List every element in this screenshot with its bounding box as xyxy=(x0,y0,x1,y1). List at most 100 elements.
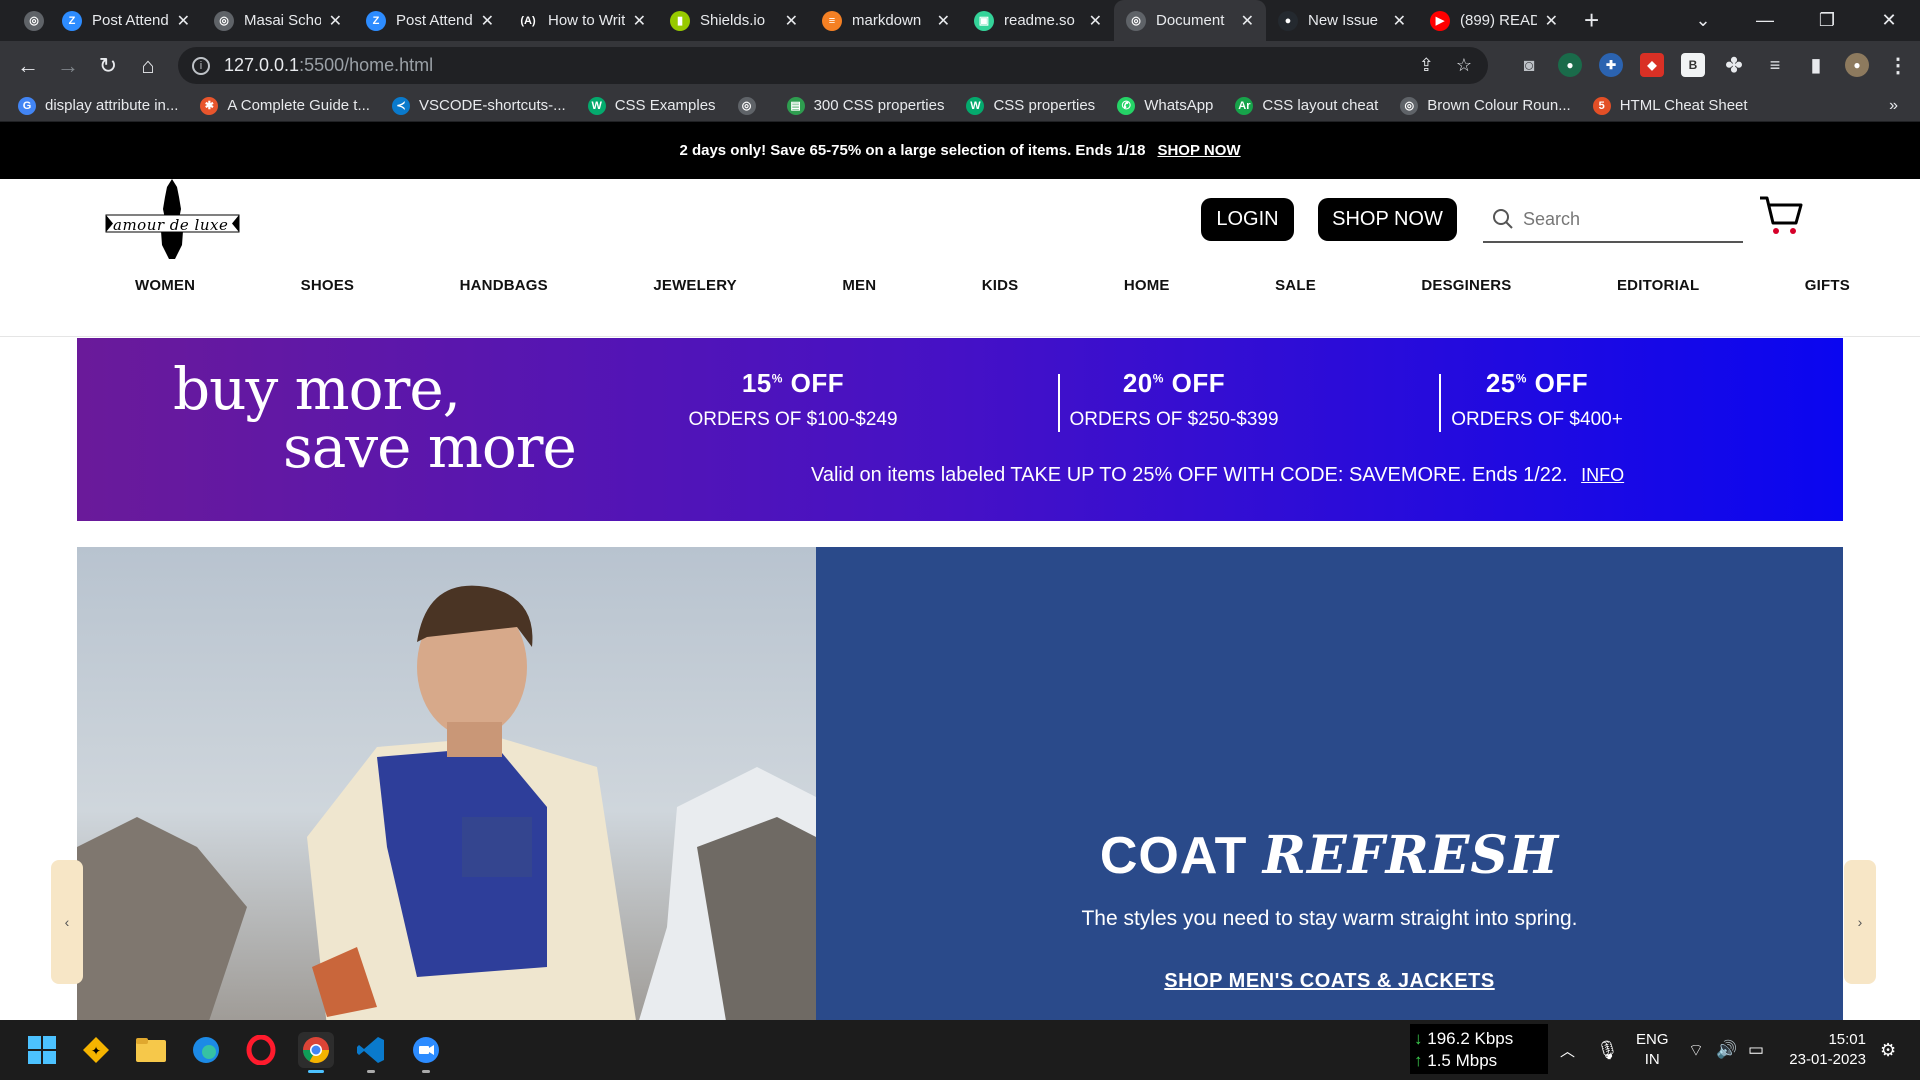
edge-browser-icon[interactable] xyxy=(188,1032,224,1068)
profile-avatar-icon[interactable]: ● xyxy=(1845,53,1869,77)
nav-item-editorial[interactable]: EDITORIAL xyxy=(1617,277,1699,294)
back-button[interactable]: ← xyxy=(8,53,48,79)
side-panel-icon[interactable]: ▮ xyxy=(1804,53,1828,77)
offer-3-pct: 25 xyxy=(1485,368,1516,398)
bookmark-item[interactable]: Gdisplay attribute in... xyxy=(18,96,178,115)
bookmark-item[interactable]: ◎ xyxy=(737,96,765,115)
search-input[interactable] xyxy=(1523,208,1723,230)
tab-close-icon[interactable]: ✕ xyxy=(1545,11,1558,31)
b-extension-icon[interactable]: B xyxy=(1681,53,1705,77)
nav-item-gifts[interactable]: GIFTS xyxy=(1805,277,1850,294)
language-indicator[interactable]: ENG IN xyxy=(1636,1030,1669,1070)
bookmark-label: CSS Examples xyxy=(614,97,716,114)
bookmark-item[interactable]: ≺ VSCODE-shortcuts-... xyxy=(391,96,566,115)
bookmark-item[interactable]: W CSS Examples xyxy=(587,96,716,115)
system-clock[interactable]: 15:01 23-01-2023 xyxy=(1786,1030,1866,1070)
browser-tab[interactable]: ◎ Document ✕ xyxy=(1114,0,1266,41)
bookmark-label: 300 CSS properties xyxy=(813,97,945,114)
vscode-icon[interactable] xyxy=(353,1032,389,1073)
forward-button[interactable]: → xyxy=(48,53,88,79)
promo-shop-now-link[interactable]: SHOP NOW xyxy=(1157,142,1240,159)
site-logo[interactable]: amour de luxe xyxy=(105,179,240,259)
browser-tab[interactable]: Z Post Attendance ✕ xyxy=(354,0,506,41)
tab-search[interactable]: ◎ xyxy=(0,0,50,41)
battery-icon[interactable]: ▭ xyxy=(1748,1020,1764,1080)
volume-icon[interactable]: 🔊 xyxy=(1716,1020,1737,1080)
shop-now-button[interactable]: SHOP NOW xyxy=(1318,198,1457,241)
browser-tab[interactable]: (A) How to Write ✕ xyxy=(506,0,658,41)
media-queue-icon[interactable]: ≡ xyxy=(1763,53,1787,77)
tab-close-icon[interactable]: ✕ xyxy=(785,11,798,31)
maximize-button[interactable]: ❐ xyxy=(1796,10,1858,31)
zoom-app-icon[interactable] xyxy=(408,1032,444,1073)
address-bar[interactable]: i 127.0.0.1 :5500/home.html ⇪ ☆ xyxy=(178,47,1488,84)
buy-more-save-more-banner[interactable]: buy more, save more 15% OFF ORDERS OF $1… xyxy=(77,338,1843,521)
tab-close-icon[interactable]: ✕ xyxy=(1393,11,1406,31)
reload-button[interactable]: ↻ xyxy=(88,53,128,79)
grid-extension-icon[interactable]: ✚ xyxy=(1599,53,1623,77)
bookmark-item[interactable]: ▤ 300 CSS properties xyxy=(786,96,945,115)
carousel-next-button[interactable]: › xyxy=(1844,860,1876,984)
tab-close-icon[interactable]: ✕ xyxy=(177,11,190,31)
maps-app-icon[interactable]: ✦ xyxy=(78,1032,114,1068)
wifi-icon[interactable]: ⌔ xyxy=(1688,1020,1704,1080)
bookmark-item[interactable]: W CSS properties xyxy=(966,96,1095,115)
nav-item-handbags[interactable]: HANDBAGS xyxy=(460,277,548,294)
nav-item-men[interactable]: MEN xyxy=(842,277,876,294)
bookmarks-overflow-icon[interactable]: » xyxy=(1889,97,1898,115)
tab-close-icon[interactable]: ✕ xyxy=(329,11,342,31)
microphone-icon[interactable]: 🎙 xyxy=(1596,1020,1619,1080)
bookmark-item[interactable]: ✆ WhatsApp xyxy=(1117,96,1213,115)
tab-close-icon[interactable]: ✕ xyxy=(633,11,646,31)
bookmark-item[interactable]: ✱ A Complete Guide t... xyxy=(200,96,370,115)
readme-icon: ▣ xyxy=(974,10,994,31)
bookmark-star-icon[interactable]: ☆ xyxy=(1456,55,1472,76)
nav-item-women[interactable]: WOMEN xyxy=(135,277,195,294)
browser-tab[interactable]: ▣ readme.so ✕ xyxy=(962,0,1114,41)
browser-tab[interactable]: ▶ (899) READ ✕ xyxy=(1418,0,1570,41)
cart-icon[interactable] xyxy=(1758,193,1804,239)
opera-browser-icon[interactable] xyxy=(243,1032,279,1068)
nav-item-jewelery[interactable]: JEWELERY xyxy=(653,277,737,294)
hero-model-photo[interactable] xyxy=(77,547,816,1020)
shop-mens-coats-link[interactable]: SHOP MEN'S COATS & JACKETS xyxy=(816,970,1843,993)
notifications-icon[interactable]: ⚙ xyxy=(1880,1020,1896,1080)
browser-tab[interactable]: ▮ Shields.io ✕ xyxy=(658,0,810,41)
nav-item-kids[interactable]: KIDS xyxy=(982,277,1019,294)
bookmark-item[interactable]: Ar CSS layout cheat xyxy=(1235,96,1378,115)
browser-tab[interactable]: ● New Issue ✕ xyxy=(1266,0,1418,41)
carousel-prev-button[interactable]: ‹ xyxy=(51,860,83,984)
tab-close-icon[interactable]: ✕ xyxy=(1089,11,1102,31)
tab-list-chevron-icon[interactable]: ⌄ xyxy=(1672,10,1734,31)
meet-extension-icon[interactable]: ● xyxy=(1558,53,1582,77)
nav-item-home[interactable]: HOME xyxy=(1124,277,1170,294)
site-info-icon[interactable]: i xyxy=(192,56,210,75)
browser-tab[interactable]: ≡ markdown ✕ xyxy=(810,0,962,41)
bookmark-item[interactable]: ◎ Brown Colour Roun... xyxy=(1400,96,1571,115)
nav-item-desginers[interactable]: DESGINERS xyxy=(1421,277,1511,294)
info-link[interactable]: INFO xyxy=(1581,465,1624,485)
minimize-button[interactable]: — xyxy=(1734,10,1796,31)
nav-item-shoes[interactable]: SHOES xyxy=(301,277,355,294)
bookmark-item[interactable]: 5 HTML Cheat Sheet xyxy=(1592,96,1748,115)
share-icon[interactable]: ⇪ xyxy=(1419,55,1434,76)
file-explorer-icon[interactable] xyxy=(133,1032,169,1068)
tab-close-icon[interactable]: ✕ xyxy=(481,11,494,31)
puzzle-extensions-icon[interactable]: ✤ xyxy=(1722,53,1746,77)
login-button[interactable]: LOGIN xyxy=(1201,198,1294,241)
home-button[interactable]: ⌂ xyxy=(128,53,168,79)
browser-tab[interactable]: Z Post Attendance ✕ xyxy=(50,0,202,41)
nav-item-sale[interactable]: SALE xyxy=(1275,277,1316,294)
browser-tab[interactable]: ◎ Masai School ✕ xyxy=(202,0,354,41)
camera-extension-icon[interactable]: ◙ xyxy=(1517,53,1541,77)
tab-close-icon[interactable]: ✕ xyxy=(937,11,950,31)
browser-menu-icon[interactable]: ⋮ xyxy=(1886,53,1910,77)
windows-start-icon[interactable] xyxy=(24,1032,60,1068)
red-extension-icon[interactable]: ◆ xyxy=(1640,53,1664,77)
search-icon[interactable] xyxy=(1483,208,1523,230)
tray-overflow-chevron-icon[interactable]: ︿ xyxy=(1560,1020,1575,1080)
chrome-browser-icon[interactable] xyxy=(298,1032,334,1073)
close-window-button[interactable]: ✕ xyxy=(1858,10,1920,31)
new-tab-button[interactable]: + xyxy=(1584,5,1599,36)
tab-close-icon[interactable]: ✕ xyxy=(1241,11,1254,31)
